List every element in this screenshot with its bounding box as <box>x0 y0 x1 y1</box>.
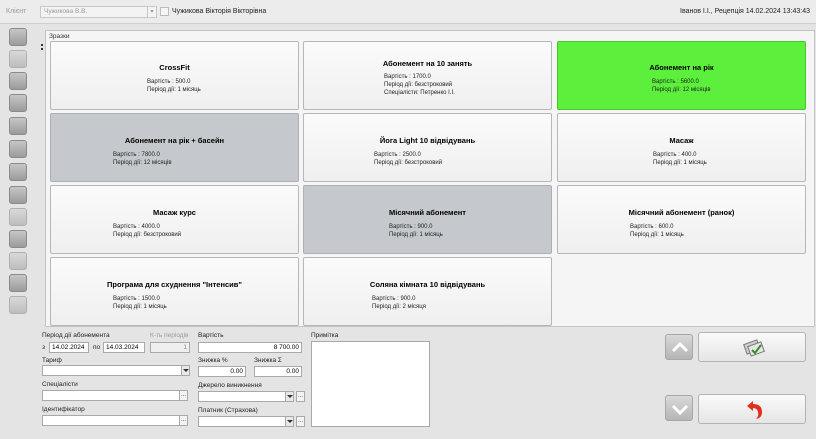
building-icon[interactable] <box>9 72 27 90</box>
template-tile[interactable]: Абонемент на 10 занять Вартість : 1700.0… <box>303 41 552 110</box>
client-select[interactable]: Чужикова В.В. ▾ <box>40 6 157 18</box>
source-label: Джерело виникнення <box>198 382 262 389</box>
tile-details: Вартість : 900.0 Період дії: 1 місяць <box>389 224 443 238</box>
tile-name: Масаж курс <box>153 208 196 217</box>
splitter-handle[interactable] <box>40 30 44 330</box>
source-more-button[interactable]: ... <box>296 391 305 402</box>
trophy-icon[interactable] <box>9 140 27 158</box>
client-label: Клієнт <box>6 8 27 15</box>
date-to-input[interactable]: 14.03.2024 <box>103 342 145 353</box>
tile-details: Вартість : 5600.0 Період дії: 12 місяців <box>652 79 711 93</box>
payer-label: Платник (Страхова) <box>198 407 258 414</box>
template-tile[interactable]: Місячний абонемент (ранок) Вартість : 60… <box>557 185 806 254</box>
tile-details: Вартість : 400.0 Період дії: 1 місяць <box>653 152 707 166</box>
note-label: Примітка <box>311 332 339 339</box>
chart-icon[interactable] <box>9 117 27 135</box>
tickets-check-icon <box>743 339 765 357</box>
tile-details: Вартість : 7800.0 Період дії: 12 місяців <box>113 152 172 166</box>
periods-count-input[interactable]: 1 <box>150 342 190 353</box>
tile-details: Вартість : 4000.0 Період дії: безстрокови… <box>113 224 182 238</box>
specialists-more-button[interactable]: ... <box>179 390 188 401</box>
identifier-label: Ідентифікатор <box>42 406 85 413</box>
user-info: Іванов І.І., Рецепція 14.02.2024 13:43:4… <box>680 8 810 15</box>
chevron-down-icon[interactable] <box>285 417 293 426</box>
specialists-label: Спеціалісти <box>42 381 78 388</box>
undo-arrow-icon <box>747 401 762 419</box>
template-tile[interactable]: Соляна кімната 10 відвідувань Вартість :… <box>303 257 552 326</box>
template-tile[interactable]: Масаж Вартість : 400.0 Період дії: 1 міся… <box>557 113 806 182</box>
calendar-icon[interactable] <box>9 208 27 226</box>
tile-name: Йога Light 10 відвідувань <box>379 136 476 145</box>
payer-more-button[interactable]: ... <box>296 416 305 427</box>
tile-details: Вартість : 1500.0 Період дії: 1 місяць <box>113 296 167 310</box>
template-tile-selected[interactable]: Абонемент на рік Вартість : 5600.0 Період… <box>557 41 806 110</box>
payer-select[interactable] <box>198 416 294 427</box>
template-tile[interactable]: Місячний абонемент Вартість : 900.0 Періо… <box>303 185 552 254</box>
tag-icon[interactable] <box>9 274 27 292</box>
top-bar: Клієнт Чужикова В.В. ▾ Чужикова Вікторія… <box>0 0 816 24</box>
left-toolbar <box>0 24 40 439</box>
price-label: Вартість <box>198 332 224 339</box>
chevron-up-icon <box>671 341 689 353</box>
periods-count-label: К-ть періодів <box>150 332 189 339</box>
templates-panel: Зразки CrossFit Вартість : 500.0 Період д… <box>45 30 815 327</box>
discount-percent-label: Знижка % <box>198 357 228 364</box>
client-checkbox[interactable] <box>160 7 169 16</box>
subscription-form: Період дії абонемента К-ть періодів Варт… <box>40 328 816 439</box>
help-icon[interactable] <box>9 296 27 314</box>
specialists-select[interactable] <box>42 390 188 401</box>
chevron-down-icon[interactable]: ▾ <box>147 7 156 17</box>
client-full-name: Чужикова Вікторія Вікторівна <box>172 8 267 15</box>
tile-name: Абонемент на рік + басейн <box>124 136 225 145</box>
group-icon[interactable] <box>9 94 27 112</box>
chevron-down-icon <box>671 404 689 416</box>
settings-icon[interactable] <box>9 252 27 270</box>
template-tile[interactable]: Йога Light 10 відвідувань Вартість : 250… <box>303 113 552 182</box>
chevron-down-icon[interactable] <box>285 392 293 401</box>
tile-name: Абонемент на рік <box>649 63 714 72</box>
template-tile[interactable]: Масаж курс Вартість : 4000.0 Період дії: … <box>50 185 299 254</box>
scroll-up-button[interactable] <box>665 334 693 360</box>
tile-details: Вартість : 2500.0 Період дії: безстрокови… <box>374 152 443 166</box>
price-input[interactable]: 8 700.00 <box>198 342 302 353</box>
tariff-select[interactable] <box>42 365 190 376</box>
tile-details: Вартість : 600.0 Період дії: 1 місяць <box>630 224 684 238</box>
user-icon[interactable] <box>9 28 27 46</box>
folder-icon[interactable] <box>9 50 27 68</box>
tile-name: Місячний абонемент (ранок) <box>628 208 735 217</box>
tile-name: Місячний абонемент <box>389 208 466 217</box>
tile-details: Вартість : 900.0 Період дії: 2 місяця <box>372 296 426 310</box>
tile-details: Вартість : 500.0 Період дії: 1 місяць <box>147 79 201 93</box>
scroll-down-button[interactable] <box>665 395 693 421</box>
tile-name: Масаж <box>669 136 694 145</box>
tile-name: CrossFit <box>159 63 190 72</box>
discount-sum-label: Знижка Σ <box>254 357 282 364</box>
identifier-more-button[interactable]: ... <box>179 415 188 426</box>
template-tile[interactable]: Абонемент на рік + басейн Вартість : 780… <box>50 113 299 182</box>
template-tile[interactable]: Програма для схуднення "Інтенсив" Вартіс… <box>50 257 299 326</box>
tile-details: Вартість : 1700.0 Період дії: безстрокови… <box>384 74 455 96</box>
templates-title: Зразки <box>49 33 70 40</box>
tile-name: Соляна кімната 10 відвідувань <box>369 280 486 289</box>
chevron-down-icon[interactable] <box>181 366 189 375</box>
template-tile[interactable]: CrossFit Вартість : 500.0 Період дії: 1 м… <box>50 41 299 110</box>
from-label: з <box>42 344 45 351</box>
date-from-input[interactable]: 14.02.2024 <box>49 342 89 353</box>
to-label: по <box>93 344 101 351</box>
source-select[interactable] <box>198 391 294 402</box>
confirm-button[interactable] <box>698 332 806 362</box>
tile-name: Абонемент на 10 занять <box>382 59 473 68</box>
tile-name: Програма для схуднення "Інтенсив" <box>107 280 242 289</box>
period-label: Період дії абонемента <box>42 332 110 339</box>
note-textarea[interactable] <box>311 341 430 427</box>
tariff-label: Тариф <box>42 357 62 364</box>
identifier-select[interactable] <box>42 415 188 426</box>
discount-percent-input[interactable]: 0.00 <box>198 366 246 377</box>
calendar-icon[interactable] <box>9 186 27 204</box>
discount-sum-input[interactable]: 0.00 <box>254 366 302 377</box>
list-icon[interactable] <box>9 230 27 248</box>
back-button[interactable] <box>698 394 806 424</box>
calendar-icon[interactable] <box>9 163 27 181</box>
